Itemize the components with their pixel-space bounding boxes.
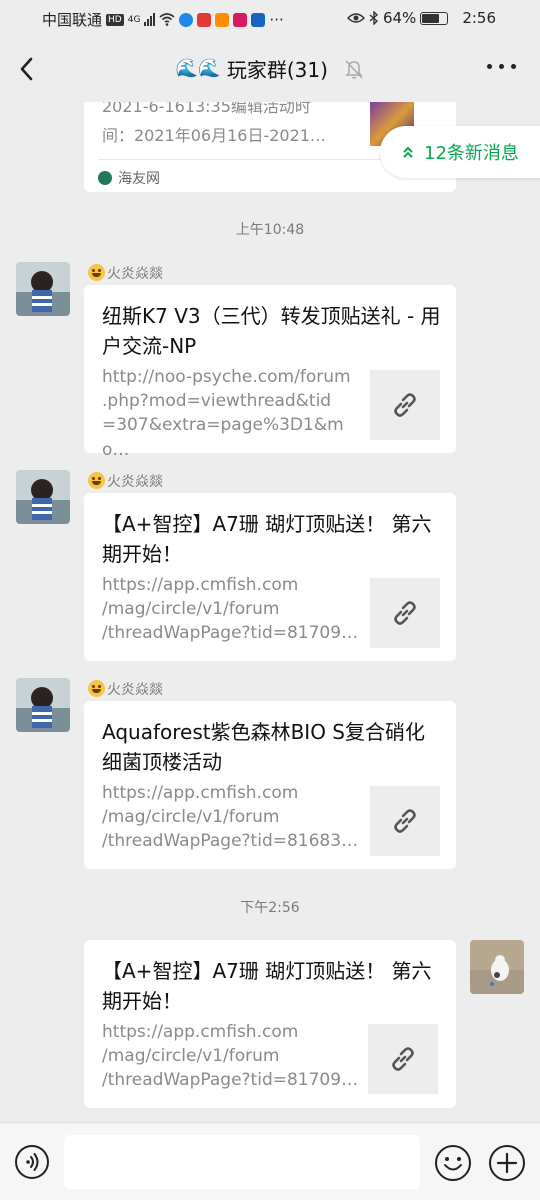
source-logo-icon [98,171,112,185]
link-chain-icon [392,1047,414,1071]
status-left: 中国联通 HD 4G ··· [42,9,284,30]
grin-emoji-icon [88,680,105,697]
sender-name: 火炎焱燚 [88,263,163,283]
wave-emoji-icon: 🌊🌊 [175,58,221,79]
link-card[interactable]: 纽斯K7 V3（三代）转发顶贴送礼 - 用户交流-NP http://noo-p… [84,285,456,460]
link-url-2: .php?mod=viewthread&tid [102,391,332,411]
link-card[interactable]: 【A+智控】A7珊 瑚灯顶贴送！ 第六期开始！ https://app.cmfi… [84,493,456,661]
voice-icon [15,1145,49,1179]
emoji-button[interactable] [434,1144,472,1182]
chat-title-wrap[interactable]: 🌊🌊 玩家群(31) [0,54,540,83]
link-url-2: /mag/circle/v1/forum [102,599,280,619]
timestamp: 下午2:56 [240,900,300,916]
message-input[interactable] [64,1135,420,1189]
avatar-image [16,262,70,316]
link-chain-icon [394,393,416,417]
clock: 2:56 [462,9,496,27]
chat-title: 玩家群(31) [226,58,328,82]
browser-app-icon [179,12,194,27]
link-card[interactable]: Aquaforest紫色森林BIO S复合硝化细菌顶楼活动 https://ap… [84,701,456,869]
link-title: Aquaforest紫色森林BIO S复合硝化细菌顶楼活动 [102,720,425,774]
new-messages-button[interactable]: 12条新消息 [380,126,540,178]
link-url-3: =307&extra=page%3D1&mo… [102,415,344,460]
link-url-1: https://app.cmfish.com [102,1022,299,1042]
timestamp: 上午10:48 [235,222,305,238]
sender-avatar[interactable] [16,262,70,316]
link-thumbnail [370,786,440,856]
wifi-icon [159,13,175,26]
link-url-1: https://app.cmfish.com [102,783,299,803]
chat-area[interactable]: 2021-6-1613:35编辑活动时 间：2021年06月16日-2021… … [0,102,540,1122]
battery-icon [420,11,449,25]
eye-icon [346,13,365,23]
input-bar [0,1122,540,1200]
plus-button[interactable] [488,1144,526,1182]
double-chevron-up-icon [403,146,413,158]
source-name: 海友网 [118,171,160,187]
link-chain-icon [394,601,416,625]
previous-card-text-1: 2021-6-1613:35编辑活动时 [102,102,311,116]
emoji-icon [435,1145,471,1181]
avatar-image [16,470,70,524]
card-source: 海友网 [98,168,160,188]
more-dots-icon[interactable] [487,64,516,69]
link-title: 【A+智控】A7珊 瑚灯顶贴送！ 第六期开始！ [102,512,432,566]
bell-off-icon [345,59,364,79]
sender-name: 火炎焱燚 [88,679,163,699]
chat-header: 🌊🌊 玩家群(31) [0,36,540,102]
link-url-1: http://noo-psyche.com/forum [102,367,351,387]
more-notifications: ··· [269,10,284,29]
sender-avatar[interactable] [16,678,70,732]
grin-emoji-icon [88,264,105,281]
bluetooth-icon [369,11,378,25]
network-type: 4G [127,14,141,25]
signal-icon [144,13,156,26]
status-right: 64% 2:56 [346,9,496,27]
shop-app-icon [197,12,212,27]
voice-button[interactable] [14,1144,50,1180]
link-url-3: /threadWapPage?tid=81709… [102,1070,359,1090]
new-messages-label: 12条新消息 [424,143,519,164]
mail-app-icon [251,12,266,27]
sender-name: 火炎焱燚 [88,471,163,491]
grin-emoji-icon [88,472,105,489]
own-avatar[interactable] [470,940,524,994]
video-app-icon [215,12,230,27]
status-bar: 中国联通 HD 4G ··· 64% 2:56 [0,0,540,36]
link-url-3: /threadWapPage?tid=81709… [102,623,359,643]
link-url-2: /mag/circle/v1/forum [102,1046,280,1066]
avatar-image [16,678,70,732]
link-url-3: /threadWapPage?tid=81683… [102,831,359,851]
previous-card-text-2: 间：2021年06月16日-2021… [102,126,326,145]
link-thumbnail [368,1024,438,1094]
link-title: 【A+智控】A7珊 瑚灯顶贴送！ 第六期开始！ [102,959,432,1013]
book-app-icon [233,12,248,27]
link-url-1: https://app.cmfish.com [102,575,299,595]
avatar-image [470,940,524,994]
link-thumbnail [370,370,440,440]
link-title: 纽斯K7 V3（三代）转发顶贴送礼 - 用户交流-NP [102,304,441,358]
own-link-card[interactable]: 【A+智控】A7珊 瑚灯顶贴送！ 第六期开始！ https://app.cmfi… [84,940,456,1108]
hd-badge: HD [106,13,124,26]
link-url-2: /mag/circle/v1/forum [102,807,280,827]
link-chain-icon [394,809,416,833]
plus-icon [489,1145,525,1181]
carrier-label: 中国联通 [42,11,103,29]
battery-percent: 64% [382,9,417,27]
link-thumbnail [370,578,440,648]
sender-avatar[interactable] [16,470,70,524]
